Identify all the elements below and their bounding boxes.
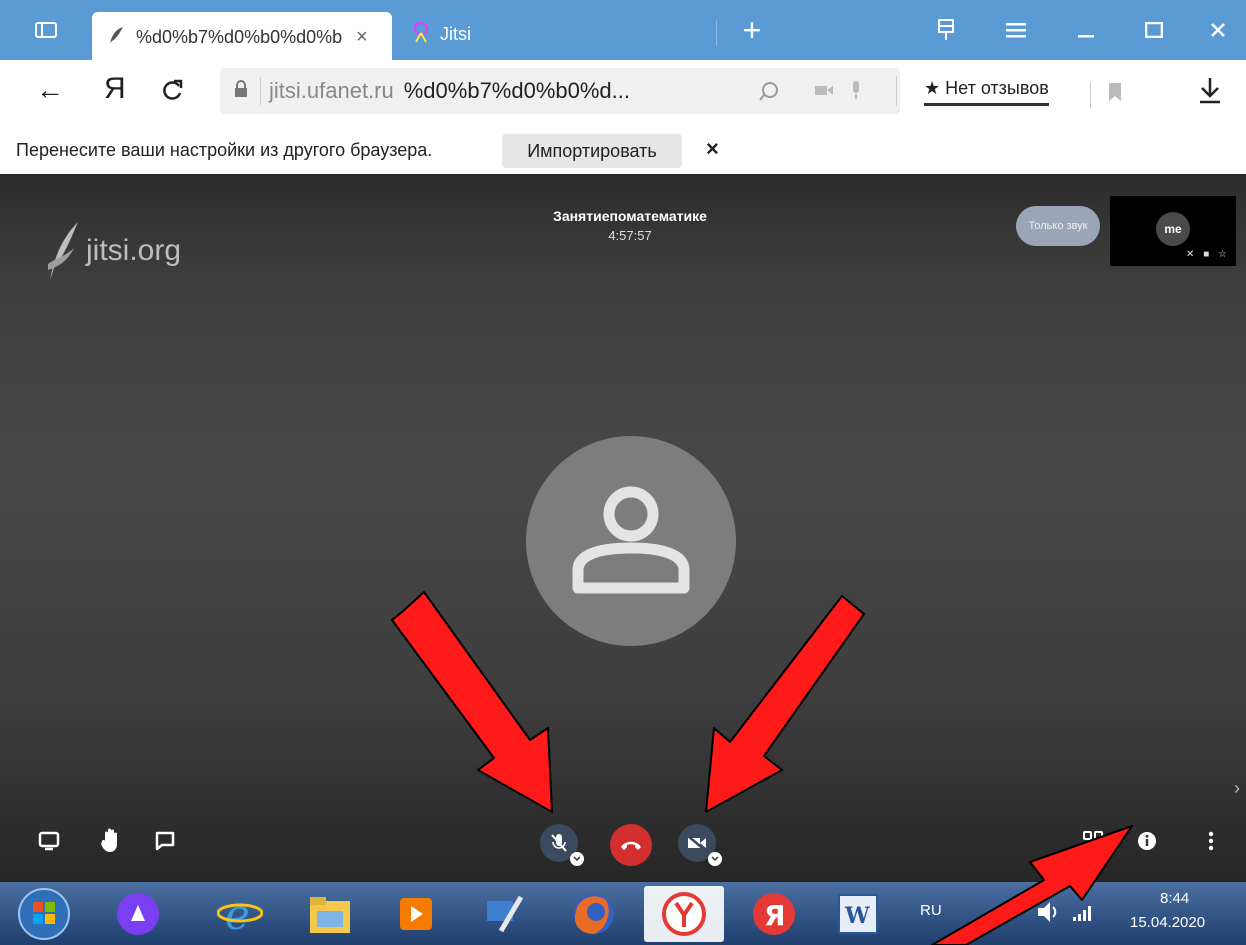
chat-button[interactable] xyxy=(150,826,180,856)
filmstrip-toggle-icon[interactable]: › xyxy=(1234,778,1240,799)
muted-camera-icon: ■ xyxy=(1203,249,1213,260)
info-button[interactable] xyxy=(1132,826,1162,856)
screen-share-button[interactable] xyxy=(34,826,64,856)
participant-avatar xyxy=(526,436,736,646)
url-path: %d0%b7%d0%b0%d... xyxy=(403,78,630,103)
reviews-label: Нет отзывов xyxy=(945,78,1049,98)
microphone-muted-icon xyxy=(551,834,567,852)
connection-app[interactable] xyxy=(476,886,532,942)
raise-hand-button[interactable] xyxy=(96,824,126,856)
conference-stage: jitsi.org Занятиепоматематике 4:57:57 То… xyxy=(0,174,1246,882)
microphone-button[interactable] xyxy=(540,824,584,866)
url-divider xyxy=(896,76,897,106)
more-options-button[interactable] xyxy=(1196,826,1226,856)
minimize-icon[interactable] xyxy=(1068,0,1104,60)
url-divider xyxy=(260,77,261,105)
tile-view-button[interactable] xyxy=(1078,826,1108,856)
self-video-thumbnail[interactable]: me ✕ ■ ☆ xyxy=(1110,196,1236,266)
firefox-icon xyxy=(574,894,614,934)
microphone-permission-icon[interactable] xyxy=(850,80,862,105)
windows-taskbar: e Я W RU 8:44 15.04.2020 xyxy=(0,882,1246,945)
page-search-icon[interactable] xyxy=(758,80,780,107)
firefox-app[interactable] xyxy=(566,886,622,942)
mic-options-icon[interactable] xyxy=(570,852,584,866)
jitsi-tab-favicon-icon xyxy=(410,21,432,48)
network-tool-icon xyxy=(487,895,524,933)
media-player-app[interactable] xyxy=(388,886,444,942)
yandex-app[interactable]: Я xyxy=(746,886,802,942)
internet-explorer-app[interactable]: e xyxy=(212,886,268,942)
tab-divider xyxy=(716,20,717,46)
hand-icon xyxy=(101,828,117,852)
user-silhouette-icon xyxy=(572,486,690,594)
url-host: jitsi.ufanet.ru xyxy=(269,78,394,103)
toolbar-divider xyxy=(1090,82,1091,108)
start-button[interactable] xyxy=(16,886,72,942)
muted-mic-icon: ✕ xyxy=(1186,249,1198,260)
vertical-dots-icon xyxy=(1208,831,1214,851)
media-player-icon xyxy=(400,898,432,930)
yandex-home-button[interactable]: Я xyxy=(104,72,126,106)
star-icon: ★ xyxy=(924,78,941,98)
network-signal-icon[interactable] xyxy=(1072,904,1094,927)
back-button[interactable]: ← xyxy=(36,74,64,106)
audio-only-pill[interactable]: Только звук xyxy=(1016,206,1100,246)
hangup-button[interactable] xyxy=(610,824,652,866)
volume-icon[interactable] xyxy=(1036,900,1062,929)
language-indicator[interactable]: RU xyxy=(920,902,942,919)
clock-time[interactable]: 8:44 xyxy=(1160,890,1189,907)
alice-icon xyxy=(117,893,159,935)
import-close-button[interactable]: × xyxy=(706,136,719,162)
phone-hangup-icon xyxy=(621,841,641,850)
camera-button[interactable] xyxy=(678,824,722,866)
clock-date[interactable]: 15.04.2020 xyxy=(1130,914,1205,931)
import-message: Перенесите ваши настройки из другого бра… xyxy=(16,140,433,160)
tab-jitsi[interactable]: Jitsi xyxy=(410,12,710,56)
address-toolbar: ← Я jitsi.ufanet.ru %d0%b7%d0%b0%d... ★ … xyxy=(0,60,1246,127)
camera-muted-icon xyxy=(687,835,707,852)
download-icon[interactable] xyxy=(1198,76,1222,109)
moderator-star-icon: ☆ xyxy=(1218,249,1230,260)
file-explorer-app[interactable] xyxy=(302,886,358,942)
bookmark-icon[interactable] xyxy=(1108,82,1122,107)
internet-explorer-icon: e xyxy=(217,891,263,937)
browser-titlebar: %d0%b7%d0%b0%d0%b × Jitsi + xyxy=(0,0,1246,62)
tab-close-icon[interactable]: × xyxy=(356,26,368,49)
word-app[interactable]: W xyxy=(830,886,886,942)
import-settings-bar: Перенесите ваши настройки из другого бра… xyxy=(0,126,1246,174)
self-avatar: me xyxy=(1156,212,1190,246)
address-field[interactable]: jitsi.ufanet.ru %d0%b7%d0%b0%d... xyxy=(220,68,900,114)
tab-manager-icon[interactable] xyxy=(928,0,964,60)
tab-title: %d0%b7%d0%b0%d0%b xyxy=(136,26,343,47)
chat-icon xyxy=(155,831,175,851)
sidebar-toggle-icon[interactable] xyxy=(28,0,64,60)
import-button[interactable]: Импортировать xyxy=(502,134,682,168)
desktop-icon xyxy=(38,831,60,851)
reviews-button[interactable]: ★ Нет отзывов xyxy=(924,78,1049,106)
tab-title: Jitsi xyxy=(440,23,471,44)
lock-icon xyxy=(234,79,248,103)
svg-text:e: e xyxy=(225,891,250,937)
new-tab-button[interactable]: + xyxy=(734,0,770,60)
jitsi-favicon-icon xyxy=(106,25,126,50)
tab-active[interactable]: %d0%b7%d0%b0%d0%b × xyxy=(92,12,392,62)
camera-permission-icon[interactable] xyxy=(814,83,834,102)
svg-text:W: W xyxy=(844,903,870,929)
close-window-icon[interactable] xyxy=(1200,0,1236,60)
alice-app[interactable] xyxy=(110,886,166,942)
svg-text:Я: Я xyxy=(764,899,786,932)
yandex-browser-app[interactable] xyxy=(644,886,724,942)
windows-start-icon xyxy=(18,888,70,940)
thumbnail-status-icons: ✕ ■ ☆ xyxy=(1186,249,1230,260)
word-icon: W xyxy=(838,894,878,934)
folder-icon xyxy=(310,897,350,933)
yandex-browser-icon xyxy=(662,892,706,936)
camera-options-icon[interactable] xyxy=(708,852,722,866)
maximize-icon[interactable] xyxy=(1136,0,1172,60)
info-icon xyxy=(1138,832,1156,850)
grid-icon xyxy=(1083,831,1103,851)
reload-icon[interactable] xyxy=(160,78,184,107)
yandex-icon: Я xyxy=(753,893,795,935)
menu-icon[interactable] xyxy=(998,0,1034,60)
